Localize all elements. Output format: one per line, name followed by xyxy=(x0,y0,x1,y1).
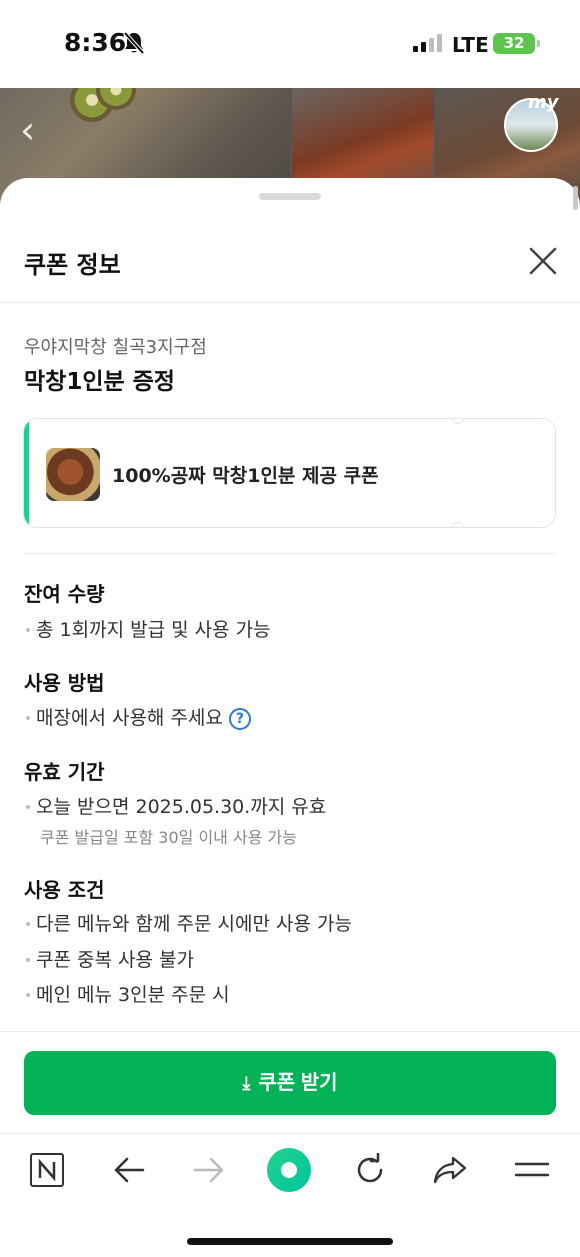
section-title-quantity: 잔여 수량 xyxy=(24,582,105,606)
store-name: 우야지막창 칠곡3지구점 xyxy=(24,337,207,358)
section-title-method: 사용 방법 xyxy=(24,671,105,695)
validity-note: 쿠폰 발급일 포함 30일 이내 사용 가능 xyxy=(40,828,297,847)
back-arrow-icon[interactable] xyxy=(99,1132,159,1208)
divider xyxy=(0,1031,580,1032)
sheet-drag-handle[interactable] xyxy=(259,193,321,200)
status-time: 8:36 xyxy=(64,28,127,57)
ticket-notch xyxy=(452,419,464,424)
share-icon[interactable] xyxy=(420,1132,480,1208)
menu-icon[interactable] xyxy=(502,1132,562,1208)
coupon-thumbnail xyxy=(46,448,100,501)
help-icon[interactable]: ? xyxy=(228,707,251,730)
list-item: • 총 1회까지 발급 및 사용 가능 xyxy=(24,619,271,641)
download-icon: ⤓ xyxy=(242,1073,251,1093)
coupon-name: 막창1인분 증정 xyxy=(24,369,175,395)
signal-icon xyxy=(413,34,442,52)
divider xyxy=(24,553,556,554)
coupon-ticket: 100%공짜 막창1인분 제공 쿠폰 xyxy=(23,418,556,528)
coupon-info-sheet: 쿠폰 정보 우야지막창 칠곡3지구점 막창1인분 증정 100%공짜 막창1인분… xyxy=(0,178,580,1257)
forward-arrow-icon[interactable] xyxy=(179,1132,239,1208)
photo-back-chevron-icon[interactable]: ‹ xyxy=(20,108,35,152)
status-bar: 8:36 LTE 32 xyxy=(0,0,580,88)
ticket-text: 100%공짜 막창1인분 제공 쿠폰 xyxy=(112,465,379,487)
divider xyxy=(0,302,580,303)
naver-n-icon[interactable] xyxy=(17,1132,77,1208)
section-title-conditions: 사용 조건 xyxy=(24,878,105,902)
scrollbar[interactable] xyxy=(573,186,578,210)
ticket-accent-bar xyxy=(24,419,29,527)
ticket-notch xyxy=(452,522,464,527)
bell-muted-icon xyxy=(123,31,145,55)
list-item: • 오늘 받으면 2025.05.30.까지 유효 xyxy=(24,796,327,818)
list-item: • 메인 메뉴 3인분 주문 시 xyxy=(24,984,230,1006)
list-item: • 다른 메뉴와 함께 주문 시에만 사용 가능 xyxy=(24,913,352,935)
close-icon[interactable] xyxy=(527,245,559,277)
refresh-icon[interactable] xyxy=(340,1132,400,1208)
home-indicator[interactable] xyxy=(187,1238,393,1245)
green-dot-icon[interactable] xyxy=(259,1132,319,1208)
network-label: LTE xyxy=(452,33,489,57)
profile-label: my xyxy=(528,92,559,113)
list-item: • 쿠폰 중복 사용 불가 xyxy=(24,949,194,971)
browser-navbar xyxy=(0,1132,580,1208)
get-coupon-button[interactable]: ⤓ 쿠폰 받기 xyxy=(24,1051,556,1115)
section-title-validity: 유효 기간 xyxy=(24,760,105,784)
battery-icon: 32 xyxy=(493,33,540,54)
sheet-title: 쿠폰 정보 xyxy=(24,251,121,279)
list-item: • 매장에서 사용해 주세요? xyxy=(24,703,251,730)
